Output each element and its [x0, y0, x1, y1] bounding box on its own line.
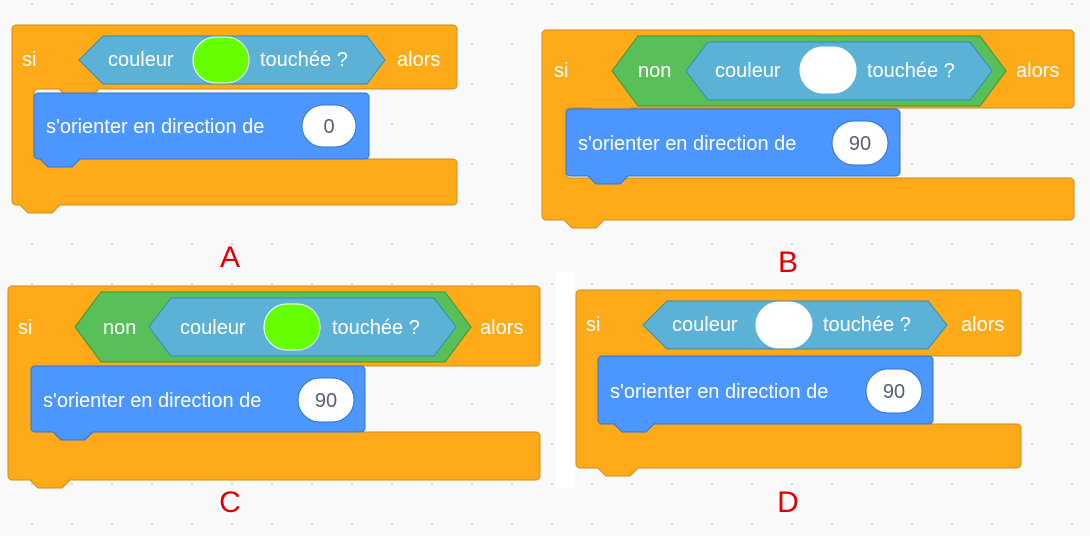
motion-label: s'orienter en direction de — [43, 390, 261, 412]
motion-label: s'orienter en direction de — [610, 381, 828, 403]
not-label: non — [103, 317, 136, 339]
caption-c: C — [219, 486, 241, 519]
sensing-pre-label: couleur — [672, 314, 738, 336]
caption-d: D — [777, 486, 799, 519]
direction-value: 90 — [883, 381, 905, 403]
then-label: alors — [480, 317, 523, 339]
if-block-b[interactable]: si alors non couleur touchée ? s'oriente… — [541, 29, 1076, 231]
then-label: alors — [397, 49, 440, 71]
sensing-pre-label: couleur — [715, 60, 781, 82]
color-swatch[interactable] — [755, 301, 813, 349]
if-label: si — [554, 60, 568, 82]
if-label: si — [22, 49, 36, 71]
not-label: non — [638, 60, 671, 82]
direction-value: 90 — [315, 390, 337, 412]
white-panel — [556, 272, 574, 488]
caption-b: B — [777, 246, 798, 279]
sensing-post-label: touchée ? — [332, 317, 420, 339]
if-label: si — [18, 317, 32, 339]
sensing-post-label: touchée ? — [823, 314, 911, 336]
sensing-pre-label: couleur — [180, 317, 246, 339]
sensing-post-label: touchée ? — [867, 60, 955, 82]
caption-a: A — [219, 241, 240, 274]
color-swatch[interactable] — [263, 303, 321, 351]
motion-label: s'orienter en direction de — [578, 133, 796, 155]
color-swatch[interactable] — [192, 36, 250, 84]
then-label: alors — [961, 314, 1004, 336]
if-block-d[interactable]: si alors couleur touchée ? s'orienter en… — [575, 289, 1023, 482]
if-block-a[interactable]: si alors couleur touchée ? s'orienter en… — [11, 24, 459, 215]
if-label: si — [586, 314, 600, 336]
motion-label: s'orienter en direction de — [46, 116, 264, 138]
then-label: alors — [1016, 60, 1059, 82]
sensing-post-label: touchée ? — [260, 49, 348, 71]
if-block-c[interactable]: si alors non couleur touchée ? s'oriente… — [7, 285, 542, 491]
color-swatch[interactable] — [799, 46, 857, 94]
direction-value: 90 — [849, 133, 871, 155]
direction-value: 0 — [323, 116, 334, 138]
sensing-pre-label: couleur — [108, 49, 174, 71]
